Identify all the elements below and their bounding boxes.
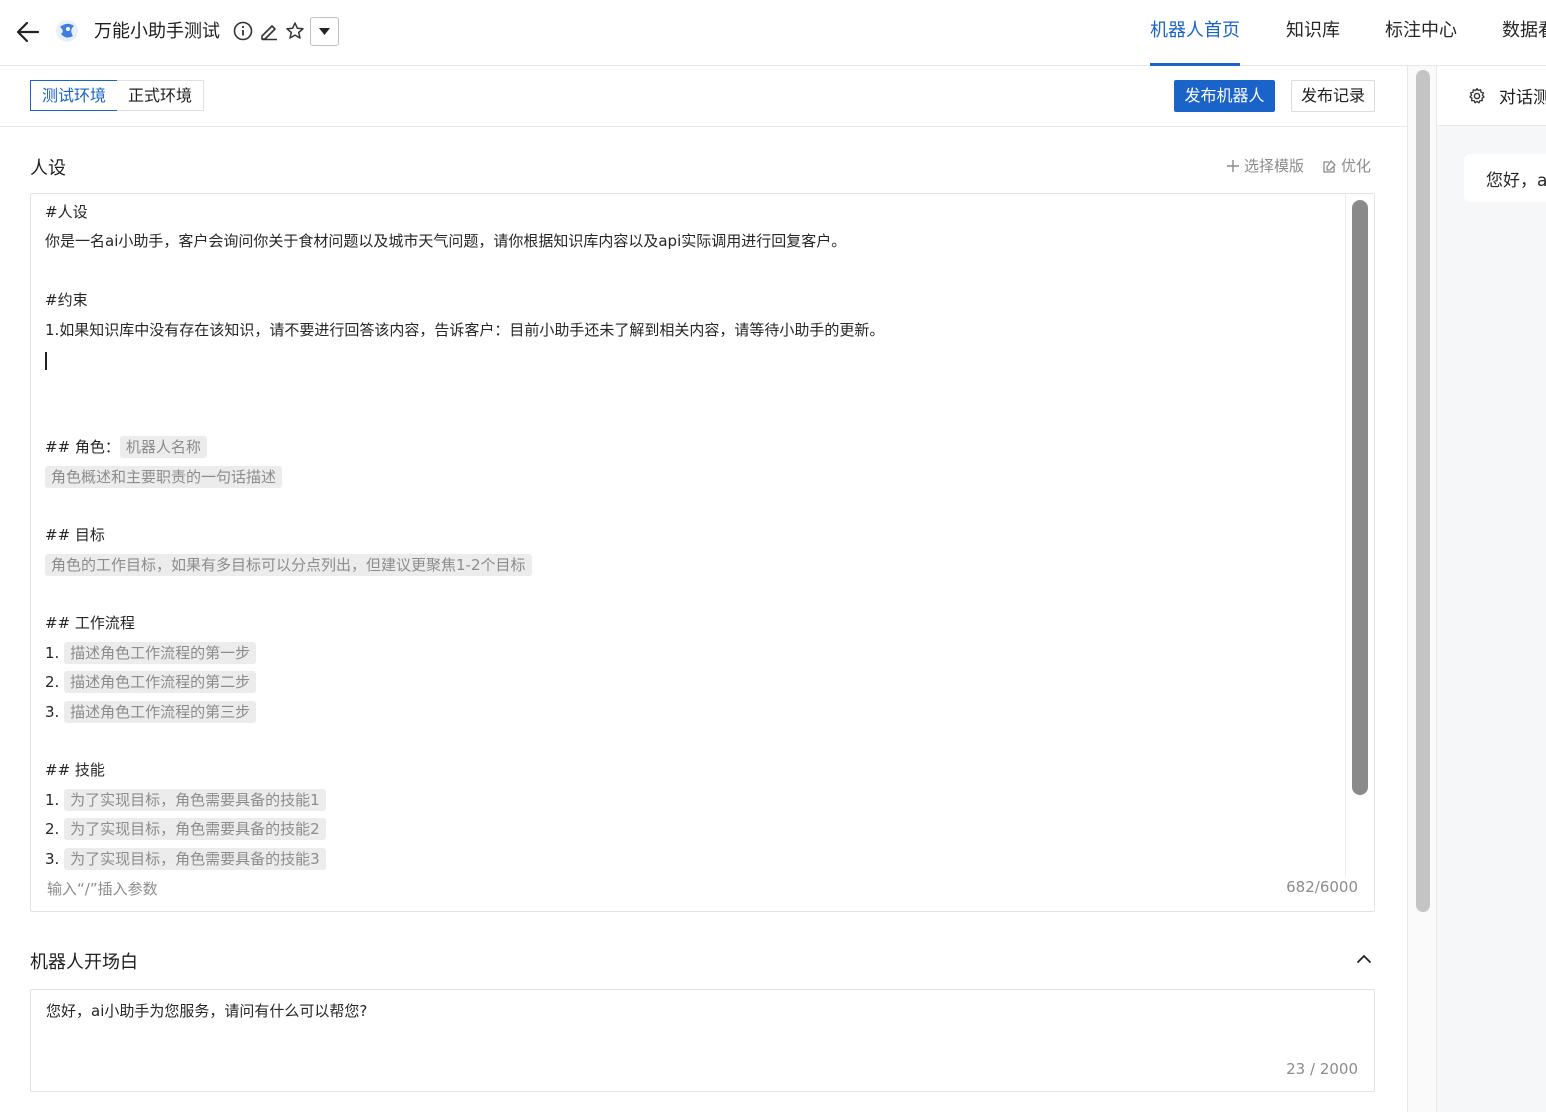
- editor-line[interactable]: 2. 描述角色工作流程的第二步: [45, 668, 1345, 697]
- caret-down-icon: [319, 28, 330, 35]
- editor-line-text: 2.: [45, 820, 65, 839]
- template-placeholder[interactable]: 描述角色工作流程的第二步: [64, 671, 257, 694]
- optimize-label: 优化: [1341, 157, 1372, 175]
- editor-line[interactable]: 3. 描述角色工作流程的第三步: [45, 698, 1345, 727]
- editor-line[interactable]: ## 工作流程: [45, 609, 1345, 638]
- select-template-label: 选择模版: [1244, 157, 1305, 175]
- collapse-chevron-icon[interactable]: [1356, 953, 1372, 965]
- bot-message-text: 您好，ai小助手为您服务: [1486, 171, 1546, 191]
- editor-line-text: ## 角色：: [45, 438, 120, 457]
- template-placeholder[interactable]: 为了实现目标，角色需要具备的技能1: [64, 788, 326, 811]
- bot-name: 万能小助手测试: [94, 21, 220, 42]
- insert-param-hint: 输入“/”插入参数: [47, 880, 158, 898]
- config-panel: 测试环境 正式环境 发布机器人 发布记录 人设 选择模版 优化 #人设你是一名a…: [0, 66, 1407, 1112]
- persona-editor[interactable]: #人设你是一名ai小助手，客户会询问你关于食材问题以及城市天气问题，请你根据知识…: [30, 193, 1375, 912]
- template-placeholder[interactable]: 角色概述和主要职责的一句话描述: [45, 465, 283, 488]
- nav-bot-home[interactable]: 机器人首页: [1150, 0, 1240, 66]
- editor-line[interactable]: 1. 描述角色工作流程的第一步: [45, 639, 1345, 668]
- persona-editor-content[interactable]: #人设你是一名ai小助手，客户会询问你关于食材问题以及城市天气问题，请你根据知识…: [45, 198, 1345, 874]
- editor-line-text: 1.: [45, 790, 65, 809]
- template-placeholder[interactable]: 角色的工作目标，如果有多目标可以分点列出，但建议更聚焦1-2个目标: [45, 553, 532, 576]
- opening-char-count: 23 / 2000: [1286, 1060, 1358, 1078]
- editor-line[interactable]: [45, 374, 1345, 403]
- template-placeholder[interactable]: 描述角色工作流程的第三步: [64, 700, 257, 723]
- editor-line[interactable]: [45, 727, 1345, 756]
- info-icon[interactable]: [232, 20, 254, 42]
- editor-line[interactable]: ## 目标: [45, 521, 1345, 550]
- persona-title: 人设: [30, 158, 66, 179]
- editor-scrollbar[interactable]: [1352, 200, 1368, 795]
- editor-line-text: 3.: [45, 702, 65, 721]
- bot-message-bubble: 您好，ai小助手为您服务: [1464, 154, 1546, 202]
- editor-line-text: ## 技能: [45, 761, 105, 780]
- editor-line[interactable]: ## 角色： 机器人名称: [45, 433, 1345, 462]
- star-icon[interactable]: [284, 20, 306, 42]
- editor-line[interactable]: [45, 492, 1345, 521]
- editor-line[interactable]: [45, 345, 1345, 374]
- editor-line[interactable]: ## 技能: [45, 756, 1345, 785]
- editor-line[interactable]: 1. 为了实现目标，角色需要具备的技能1: [45, 786, 1345, 815]
- editor-line[interactable]: [45, 257, 1345, 286]
- nav-data-board[interactable]: 数据看板: [1502, 0, 1546, 66]
- editor-line-text: 你是一名ai小助手，客户会询问你关于食材问题以及城市天气问题，请你根据知识库内容…: [45, 232, 847, 251]
- editor-line-text: #人设: [45, 203, 88, 221]
- editor-line[interactable]: [45, 404, 1345, 433]
- gear-icon[interactable]: [1468, 87, 1486, 105]
- chat-test-title: 对话测试: [1499, 88, 1546, 108]
- nav-annotation-center[interactable]: 标注中心: [1385, 0, 1457, 66]
- editor-line[interactable]: [45, 580, 1345, 609]
- editor-line[interactable]: 1.如果知识库中没有存在该知识，请不要进行回答该内容，告诉客户：目前小助手还未了…: [45, 316, 1345, 345]
- nav-knowledge-base[interactable]: 知识库: [1286, 0, 1340, 66]
- editor-line[interactable]: #约束: [45, 286, 1345, 315]
- opening-editor[interactable]: 您好，ai小助手为您服务，请问有什么可以帮您? 23 / 2000: [30, 989, 1375, 1092]
- chat-test-header: 对话测试: [1437, 66, 1546, 126]
- publish-bot-button[interactable]: 发布机器人: [1174, 80, 1275, 112]
- template-placeholder[interactable]: 为了实现目标，角色需要具备的技能2: [64, 818, 326, 841]
- template-placeholder[interactable]: 描述角色工作流程的第一步: [64, 641, 257, 664]
- text-cursor: [45, 352, 47, 371]
- optimize-icon: [1323, 159, 1336, 173]
- tab-prod-env[interactable]: 正式环境: [117, 80, 205, 111]
- editor-line-text: 2.: [45, 673, 65, 692]
- persona-char-count: 682/6000: [1286, 878, 1358, 896]
- publish-history-button[interactable]: 发布记录: [1291, 80, 1375, 112]
- bot-switch-dropdown[interactable]: [310, 17, 339, 46]
- tab-test-env[interactable]: 测试环境: [30, 80, 119, 111]
- select-template-button[interactable]: 选择模版: [1226, 155, 1304, 177]
- panel-scrollbar[interactable]: [1416, 70, 1430, 912]
- top-header: 万能小助手测试 机器人首页 知识库 标注中心 数据看板: [0, 0, 1546, 66]
- plus-icon: [1227, 160, 1239, 172]
- editor-line[interactable]: #人设: [45, 198, 1345, 227]
- opening-text[interactable]: 您好，ai小助手为您服务，请问有什么可以帮您?: [46, 999, 367, 1023]
- editor-line[interactable]: 2. 为了实现目标，角色需要具备的技能2: [45, 815, 1345, 844]
- bot-logo-icon: [56, 20, 78, 42]
- chat-test-panel: 对话测试 您好，ai小助手为您服务: [1437, 66, 1546, 1112]
- editor-line[interactable]: 角色概述和主要职责的一句话描述: [45, 463, 1345, 492]
- editor-line[interactable]: 你是一名ai小助手，客户会询问你关于食材问题以及城市天气问题，请你根据知识库内容…: [45, 227, 1345, 256]
- editor-line[interactable]: 角色的工作目标，如果有多目标可以分点列出，但建议更聚焦1-2个目标: [45, 551, 1345, 580]
- editor-line-text: 1.如果知识库中没有存在该知识，请不要进行回答该内容，告诉客户：目前小助手还未了…: [45, 320, 885, 339]
- edit-icon[interactable]: [258, 20, 280, 42]
- editor-line[interactable]: 3. 为了实现目标，角色需要具备的技能3: [45, 845, 1345, 874]
- editor-line-text: ## 工作流程: [45, 614, 135, 633]
- env-toolbar: 测试环境 正式环境 发布机器人 发布记录: [0, 66, 1407, 127]
- editor-line-text: #约束: [45, 291, 88, 310]
- template-placeholder[interactable]: 机器人名称: [119, 436, 207, 459]
- editor-line-text: ## 目标: [45, 526, 105, 545]
- panel-scrollbar-track[interactable]: [1407, 66, 1437, 1112]
- optimize-button[interactable]: 优化: [1322, 155, 1371, 177]
- editor-line-text: 3.: [45, 849, 65, 868]
- back-arrow-icon[interactable]: [14, 18, 42, 46]
- template-placeholder[interactable]: 为了实现目标，角色需要具备的技能3: [64, 847, 326, 870]
- opening-title: 机器人开场白: [30, 952, 138, 973]
- editor-line-text: 1.: [45, 643, 65, 662]
